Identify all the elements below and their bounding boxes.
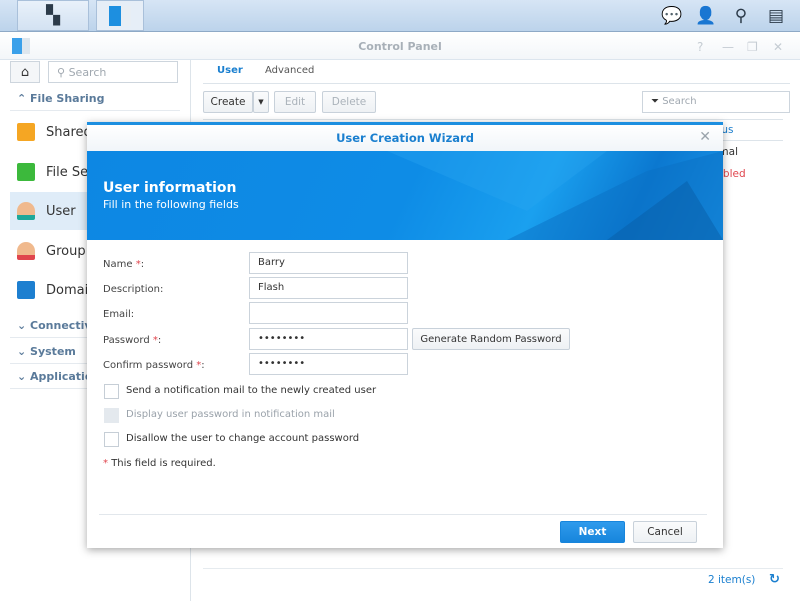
- wizard-subheading: Fill in the following fields: [103, 198, 239, 211]
- control-panel-icon: [109, 5, 131, 26]
- next-button[interactable]: Next: [560, 521, 625, 543]
- section-label: System: [30, 345, 76, 358]
- required-note: * This field is required.: [103, 458, 216, 469]
- generate-random-password-button[interactable]: Generate Random Password: [412, 328, 570, 350]
- sidebar-item-label: User: [46, 203, 76, 219]
- dialog-title: User Creation Wizard: [87, 125, 723, 151]
- send-notification-label: Send a notification mail to the newly cr…: [126, 385, 377, 396]
- main-menu-icon: ▚: [46, 5, 60, 26]
- delete-button[interactable]: Delete: [322, 91, 376, 113]
- password-label: Password *:: [103, 335, 162, 346]
- user-icon[interactable]: 👤: [695, 6, 717, 26]
- group-icon: [17, 242, 35, 260]
- home-button[interactable]: ⌂: [10, 61, 40, 83]
- tab-advanced[interactable]: Advanced: [265, 62, 314, 82]
- search-placeholder: Search: [68, 66, 107, 79]
- email-input[interactable]: [249, 302, 408, 324]
- display-password-checkbox[interactable]: [104, 408, 119, 423]
- main-menu-button[interactable]: ▚: [17, 0, 89, 31]
- item-count: 2 item(s): [708, 574, 756, 586]
- taskbar: ▚ 💬 👤 ⚲ ▤: [0, 0, 800, 32]
- disallow-password-change-checkbox[interactable]: [104, 432, 119, 447]
- create-button[interactable]: Create: [203, 91, 253, 113]
- cancel-button[interactable]: Cancel: [633, 521, 697, 543]
- edit-button[interactable]: Edit: [274, 91, 316, 113]
- maximize-icon[interactable]: ❐: [747, 40, 758, 54]
- section-file-sharing[interactable]: ⌃ File Sharing: [10, 86, 180, 111]
- filter-search-input[interactable]: ⏷ Search: [642, 91, 790, 113]
- notifications-icon[interactable]: 💬: [661, 6, 683, 26]
- user-creation-wizard: User Creation Wizard ✕ User information …: [87, 122, 723, 548]
- file-services-icon: [17, 163, 35, 181]
- domain-icon: [17, 281, 35, 299]
- description-label: Description:: [103, 284, 164, 295]
- sidebar-item-label: Group: [46, 243, 86, 259]
- search-placeholder: Search: [662, 96, 697, 107]
- home-icon: ⌂: [20, 64, 30, 80]
- description-input[interactable]: Flash: [249, 277, 408, 299]
- user-icon: [17, 202, 35, 220]
- wizard-banner: User information Fill in the following f…: [87, 151, 723, 240]
- control-panel-taskbar-button[interactable]: [96, 0, 144, 31]
- close-icon[interactable]: ✕: [773, 40, 783, 54]
- tab-user[interactable]: User: [217, 62, 243, 82]
- filter-icon: ⏷: [651, 96, 659, 107]
- email-label: Email:: [103, 309, 135, 320]
- chevron-down-icon: ▼: [258, 98, 264, 106]
- search-icon[interactable]: ⚲: [730, 6, 752, 26]
- name-label: Name *:: [103, 259, 145, 270]
- window-titlebar: Control Panel ? — ❐ ✕: [0, 32, 800, 60]
- name-input[interactable]: Barry: [249, 252, 408, 274]
- widgets-icon[interactable]: ▤: [765, 6, 787, 26]
- refresh-icon[interactable]: ↻: [769, 572, 780, 587]
- shared-folder-icon: [17, 123, 35, 141]
- dialog-close-icon[interactable]: ✕: [699, 129, 711, 145]
- wizard-heading: User information: [103, 180, 237, 196]
- confirm-password-input[interactable]: ••••••••: [249, 353, 408, 375]
- help-icon[interactable]: ?: [697, 40, 703, 54]
- create-dropdown-button[interactable]: ▼: [253, 91, 269, 113]
- section-label: File Sharing: [30, 92, 105, 105]
- sidebar-search-input[interactable]: ⚲ Search: [48, 61, 178, 83]
- confirm-password-label: Confirm password *:: [103, 360, 205, 371]
- display-password-label: Display user password in notification ma…: [126, 409, 335, 420]
- send-notification-checkbox[interactable]: [104, 384, 119, 399]
- password-input[interactable]: ••••••••: [249, 328, 408, 350]
- minimize-icon[interactable]: —: [722, 40, 734, 54]
- window-title: Control Panel: [358, 40, 442, 53]
- disallow-password-change-label: Disallow the user to change account pass…: [126, 433, 360, 444]
